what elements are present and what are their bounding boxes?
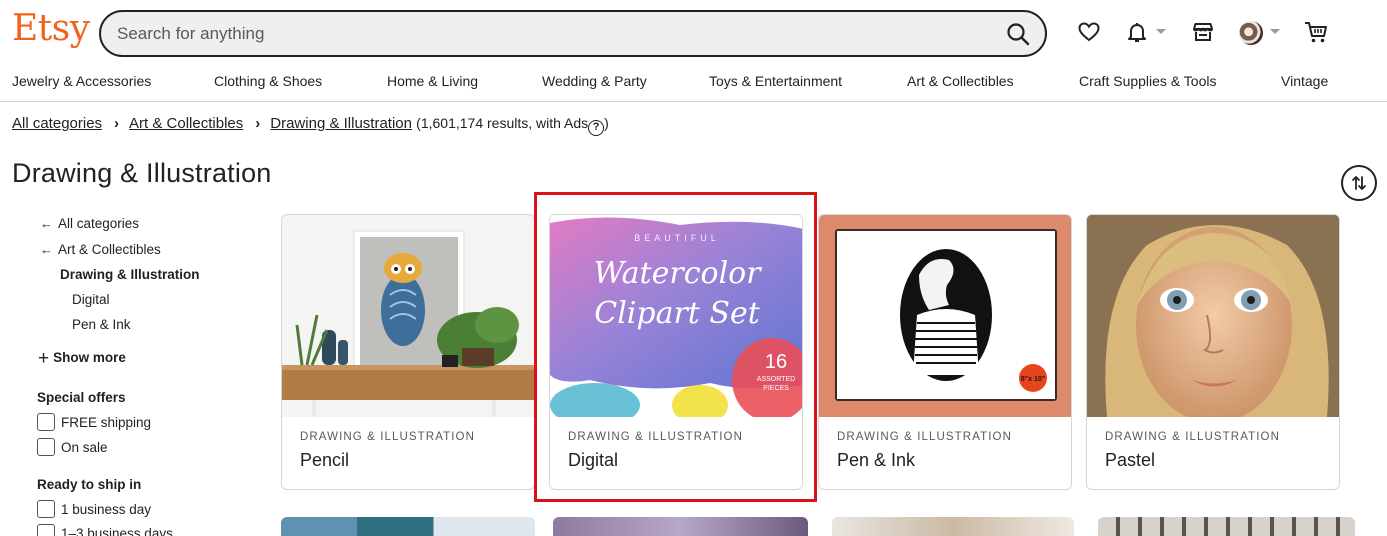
- notifications-button[interactable]: [1123, 18, 1151, 46]
- card-image: [1087, 215, 1339, 417]
- selection-highlight: [534, 192, 817, 502]
- image-text-size-badge: 8"x 10": [1021, 376, 1045, 383]
- category-card-row2-4[interactable]: [1098, 517, 1355, 536]
- help-icon[interactable]: ?: [588, 120, 605, 136]
- nav-item-art[interactable]: Art & Collectibles: [907, 73, 1014, 89]
- sidebar-link-art[interactable]: ← Art & Collectibles: [40, 242, 161, 257]
- breadcrumb-link-all[interactable]: All categories: [12, 115, 102, 132]
- category-card-pastel[interactable]: DRAWING & ILLUSTRATION Pastel: [1086, 214, 1340, 490]
- category-card-row2-2[interactable]: [553, 517, 808, 536]
- filter-on-sale[interactable]: On sale: [37, 438, 108, 456]
- breadcrumb: All categories › Art & Collectibles › Drawin…: [12, 115, 609, 136]
- sidebar-item-digital[interactable]: Digital: [72, 292, 110, 307]
- arrow-left-icon: ←: [40, 242, 53, 257]
- card-title[interactable]: Pen & Ink: [837, 450, 915, 471]
- bell-icon: [1128, 23, 1146, 42]
- cart-button[interactable]: [1302, 18, 1330, 46]
- result-count: (1,601,174 results, with Ads?): [416, 115, 609, 136]
- checkbox[interactable]: [37, 524, 55, 536]
- page-title: Drawing & Illustration: [12, 158, 272, 188]
- category-card-pen-ink[interactable]: 8"x 10" DRAWING & ILLUSTRATION Pen & Ink: [818, 214, 1072, 490]
- cart-icon: [1305, 22, 1327, 43]
- card-title[interactable]: Pastel: [1105, 450, 1155, 471]
- checkbox[interactable]: [37, 500, 55, 518]
- sidebar-link-all-categories[interactable]: ← All categories: [40, 216, 139, 231]
- search-button[interactable]: [1005, 21, 1031, 47]
- category-nav: Jewelry & Accessories Clothing & Shoes H…: [0, 66, 1387, 102]
- chevron-down-icon[interactable]: [1270, 29, 1280, 34]
- ready-to-ship-heading: Ready to ship in: [37, 477, 142, 492]
- chevron-down-icon[interactable]: [1156, 29, 1166, 34]
- special-offers-heading: Special offers: [37, 390, 126, 405]
- search-input[interactable]: [117, 22, 977, 46]
- filter-1-business-day[interactable]: 1 business day: [37, 500, 151, 518]
- category-card-row2-1[interactable]: [281, 517, 535, 536]
- show-more-button[interactable]: + Show more: [38, 348, 126, 370]
- card-title[interactable]: Pencil: [300, 450, 349, 471]
- nav-item-vintage[interactable]: Vintage: [1281, 73, 1328, 89]
- card-image: 8"x 10": [819, 215, 1071, 417]
- shop-manager-button[interactable]: [1189, 18, 1217, 46]
- site-header: Etsy: [0, 0, 1387, 66]
- search-bar[interactable]: [99, 10, 1047, 57]
- card-image: [282, 215, 534, 417]
- chevron-right-icon: ›: [114, 115, 120, 132]
- category-card-row2-3[interactable]: [832, 517, 1074, 536]
- card-kicker: DRAWING & ILLUSTRATION: [837, 431, 1012, 443]
- chevron-right-icon: ›: [255, 115, 261, 132]
- avatar[interactable]: [1239, 21, 1263, 45]
- checkbox[interactable]: [37, 438, 55, 456]
- checkbox[interactable]: [37, 413, 55, 431]
- filter-1-3-business-days[interactable]: 1–3 business days: [37, 524, 173, 536]
- sort-arrows-icon: [1352, 176, 1366, 190]
- sort-button[interactable]: [1341, 165, 1377, 201]
- breadcrumb-link-art[interactable]: Art & Collectibles: [129, 115, 243, 132]
- nav-item-home[interactable]: Home & Living: [387, 73, 478, 89]
- arrow-left-icon: ←: [40, 216, 53, 231]
- sidebar-current-category[interactable]: Drawing & Illustration: [60, 267, 200, 282]
- nav-item-toys[interactable]: Toys & Entertainment: [709, 73, 842, 89]
- etsy-logo[interactable]: Etsy: [12, 8, 90, 49]
- shop-icon: [1193, 23, 1213, 41]
- sidebar-item-pen-ink[interactable]: Pen & Ink: [72, 317, 131, 332]
- search-icon: [1007, 23, 1030, 46]
- nav-item-wedding[interactable]: Wedding & Party: [542, 73, 647, 89]
- heart-icon: [1078, 22, 1100, 42]
- nav-item-craft[interactable]: Craft Supplies & Tools: [1079, 73, 1216, 89]
- breadcrumb-link-drawing[interactable]: Drawing & Illustration: [270, 115, 412, 132]
- favorites-button[interactable]: [1075, 18, 1103, 46]
- card-kicker: DRAWING & ILLUSTRATION: [1105, 431, 1280, 443]
- card-kicker: DRAWING & ILLUSTRATION: [300, 431, 475, 443]
- filter-free-shipping[interactable]: FREE shipping: [37, 413, 151, 431]
- category-card-pencil[interactable]: DRAWING & ILLUSTRATION Pencil: [281, 214, 535, 490]
- plus-icon: +: [38, 348, 50, 369]
- nav-item-jewelry[interactable]: Jewelry & Accessories: [12, 73, 151, 89]
- nav-item-clothing[interactable]: Clothing & Shoes: [214, 73, 322, 89]
